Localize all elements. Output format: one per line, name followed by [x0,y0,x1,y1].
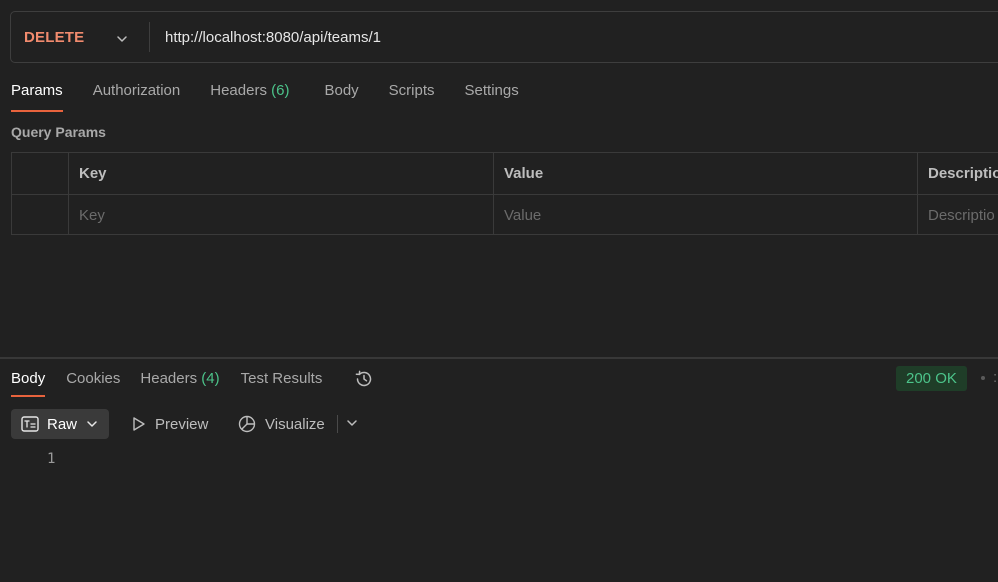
key-input[interactable]: Key [68,195,493,235]
chevron-down-icon [117,36,127,42]
description-input[interactable]: Descriptio [917,195,998,235]
column-header-value: Value [493,153,917,194]
raw-format-icon [21,416,39,432]
divider [337,415,338,433]
tab-cookies[interactable]: Cookies [66,370,120,395]
tab-label: Cookies [66,370,121,387]
raw-label: Raw [47,415,78,433]
truncated-meta: : [993,369,998,386]
tab-label: Settings [464,82,519,99]
tab-params[interactable]: Params [11,82,63,112]
checkbox-column [12,153,68,194]
tab-label: Headers [140,370,198,387]
table-row: Key Value Descriptio [12,194,998,235]
tab-settings[interactable]: Settings [465,82,519,112]
tab-label: Body [324,82,359,99]
chevron-down-icon [87,421,97,427]
table-header-row: Key Value Descriptio [12,153,998,194]
tab-count: (6) [271,82,290,99]
value-input[interactable]: Value [493,195,917,235]
tab-count: (4) [201,370,220,387]
tab-label: Test Results [240,370,323,387]
visualize-button[interactable]: Visualize [237,409,325,439]
status-badge[interactable]: 200 OK [896,366,967,391]
method-label: DELETE [24,28,85,46]
query-params-title: Query Params [11,124,106,140]
tab-response-body[interactable]: Body [11,370,46,397]
response-tabs: Body Cookies Headers (4) Test Results [11,370,375,397]
pane-resize-handle[interactable] [0,357,998,359]
tab-body[interactable]: Body [324,82,358,112]
history-icon[interactable] [353,368,375,390]
visualize-icon [238,415,256,433]
query-params-table: Key Value Descriptio Key Value Descripti… [11,152,998,235]
line-number: 1 [47,451,56,467]
url-input[interactable]: http://localhost:8080/api/teams/1 [150,29,381,46]
tab-label: Headers [210,82,267,99]
separator-dot [981,376,985,380]
url-bar: DELETE http://localhost:8080/api/teams/1 [10,11,998,63]
tab-label: Authorization [92,82,181,99]
tab-headers[interactable]: Headers (6) [210,82,289,112]
column-header-description: Descriptio [917,153,998,194]
row-checkbox-cell [12,195,68,235]
preview-label: Preview [155,415,209,433]
tab-test-results[interactable]: Test Results [241,370,323,395]
tab-label: Params [11,82,63,99]
method-selector[interactable]: DELETE [11,12,149,62]
tab-response-headers[interactable]: Headers (4) [140,370,219,395]
chevron-down-icon[interactable] [345,416,359,430]
raw-format-dropdown[interactable]: Raw [11,409,109,439]
request-tabs: Params Authorization Headers (6) Body Sc… [11,82,519,112]
preview-button[interactable]: Preview [131,409,208,439]
visualize-label: Visualize [265,415,325,433]
tab-label: Scripts [388,82,435,99]
tab-authorization[interactable]: Authorization [93,82,181,112]
tab-label: Body [11,370,46,387]
postman-request-pane: DELETE http://localhost:8080/api/teams/1… [0,0,998,582]
tab-scripts[interactable]: Scripts [389,82,435,112]
play-icon [133,417,145,431]
column-header-key: Key [68,153,493,194]
